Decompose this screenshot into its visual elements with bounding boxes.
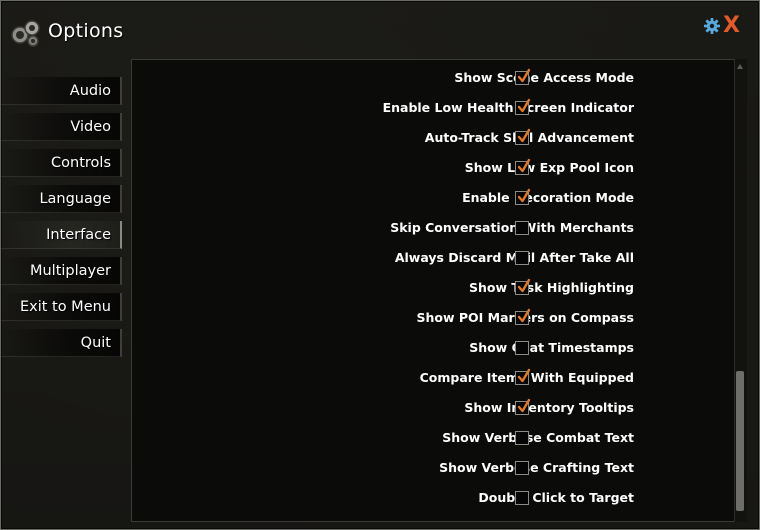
option-label: Enable Decoration Mode — [462, 190, 634, 205]
option-row: Show Chat Timestamps — [132, 334, 692, 364]
checkmark-icon — [517, 98, 531, 113]
interface-options-panel: Show Scene Access Mode Enable Low Health … — [131, 59, 746, 522]
option-row: Show Task Highlighting — [132, 274, 692, 304]
gear-icon[interactable] — [703, 17, 721, 35]
checkmark-icon — [517, 128, 531, 143]
option-checkbox[interactable] — [515, 251, 529, 265]
nav-item-quit[interactable]: Quit — [1, 329, 122, 357]
option-row: Show Scene Access Mode — [132, 64, 692, 94]
checkmark-icon — [517, 368, 531, 383]
checkmark-icon — [517, 68, 531, 83]
scroll-up-arrow-icon[interactable] — [736, 63, 744, 71]
option-row: Always Discard Mail After Take All — [132, 244, 692, 274]
close-icon[interactable]: X — [723, 15, 743, 37]
nav-item-exit-to-menu[interactable]: Exit to Menu — [1, 293, 122, 321]
option-row: Show Low Exp Pool Icon — [132, 154, 692, 184]
option-row: Show Inventory Tooltips — [132, 394, 692, 424]
option-checkbox[interactable] — [515, 341, 529, 355]
checkmark-icon — [517, 398, 531, 413]
option-checkbox[interactable] — [515, 308, 531, 325]
option-label: Show Verbose Crafting Text — [439, 460, 634, 475]
option-row: Skip Conversation With Merchants — [132, 214, 692, 244]
option-row: Enable Decoration Mode — [132, 184, 692, 214]
nav-item-language[interactable]: Language — [1, 185, 122, 213]
options-window: Options X Audio Video Controls Language … — [0, 0, 760, 530]
option-checkbox[interactable] — [515, 398, 531, 415]
option-label: Show Task Highlighting — [469, 280, 634, 295]
option-checkbox[interactable] — [515, 221, 529, 235]
checkmark-icon — [517, 308, 531, 323]
option-checkbox[interactable] — [515, 128, 531, 145]
nav-item-multiplayer[interactable]: Multiplayer — [1, 257, 122, 285]
title-bar: Options X — [1, 1, 759, 61]
nav-item-video[interactable]: Video — [1, 113, 122, 141]
checkmark-icon — [517, 188, 531, 203]
gears-logo-icon — [11, 20, 40, 47]
checkmark-icon — [517, 158, 531, 173]
option-label: Show Verbose Combat Text — [442, 430, 634, 445]
option-label: Skip Conversation With Merchants — [390, 220, 634, 235]
option-label: Enable Low Health Screen Indicator — [382, 100, 634, 115]
scrollbar-thumb[interactable] — [736, 371, 744, 511]
option-label: Show Scene Access Mode — [454, 70, 634, 85]
option-checkbox[interactable] — [515, 278, 531, 295]
nav-item-audio[interactable]: Audio — [1, 77, 122, 105]
option-label: Show Inventory Tooltips — [464, 400, 634, 415]
option-checkbox[interactable] — [515, 68, 531, 85]
option-row: Show Verbose Crafting Text — [132, 454, 692, 484]
checkmark-icon — [517, 278, 531, 293]
option-label: Double Click to Target — [478, 490, 634, 505]
option-checkbox[interactable] — [515, 158, 531, 175]
option-checkbox[interactable] — [515, 461, 529, 475]
option-label: Show Chat Timestamps — [469, 340, 634, 355]
option-checkbox[interactable] — [515, 188, 531, 205]
option-row: Show Verbose Combat Text — [132, 424, 692, 454]
option-checkbox[interactable] — [515, 491, 529, 505]
option-checkbox[interactable] — [515, 368, 531, 385]
option-row: Auto-Track Skill Advancement — [132, 124, 692, 154]
option-row: Double Click to Target — [132, 484, 692, 514]
option-checkbox[interactable] — [515, 431, 529, 445]
option-row: Compare Items With Equipped — [132, 364, 692, 394]
option-checkbox[interactable] — [515, 98, 531, 115]
nav-item-controls[interactable]: Controls — [1, 149, 122, 177]
option-row: Enable Low Health Screen Indicator — [132, 94, 692, 124]
option-row: Show POI Markers on Compass — [132, 304, 692, 334]
nav-item-interface[interactable]: Interface — [1, 221, 122, 249]
window-title: Options — [48, 20, 124, 42]
option-label: Show Low Exp Pool Icon — [464, 160, 634, 175]
